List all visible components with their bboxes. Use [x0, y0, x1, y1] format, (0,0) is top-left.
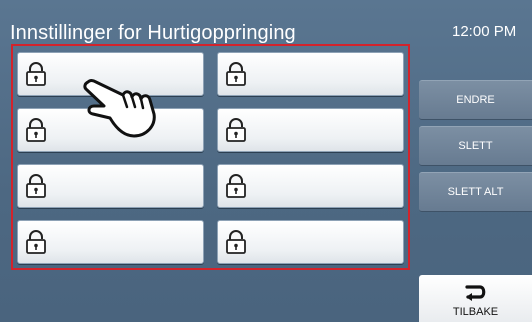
tap-hand-icon: [83, 79, 156, 138]
speed-dial-slot-3[interactable]: [17, 164, 204, 208]
lock-icon: [26, 230, 46, 254]
lock-icon: [26, 174, 46, 198]
lock-icon: [226, 230, 246, 254]
lock-icon: [26, 118, 46, 142]
lock-icon: [226, 62, 246, 86]
speed-dial-slot-6[interactable]: [217, 108, 404, 152]
delete-button[interactable]: SLETT: [419, 126, 532, 166]
speed-dial-slot-4[interactable]: [17, 220, 204, 264]
speed-dial-grid: [17, 52, 405, 264]
speed-dial-settings-screen: Innstillinger for Hurtigoppringing 12:00…: [0, 0, 532, 322]
lock-icon: [26, 62, 46, 86]
back-button[interactable]: TILBAKE: [419, 275, 532, 322]
back-label: TILBAKE: [452, 306, 499, 318]
delete-all-button[interactable]: SLETT ALT: [419, 172, 532, 212]
page-title: Innstillinger for Hurtigoppringing: [10, 22, 296, 44]
speed-dial-slot-8[interactable]: [217, 220, 404, 264]
lock-icon: [226, 118, 246, 142]
edit-button[interactable]: ENDRE: [419, 80, 532, 120]
speed-dial-slot-7[interactable]: [217, 164, 404, 208]
lock-icon: [226, 174, 246, 198]
speed-dial-slot-5[interactable]: [217, 52, 404, 96]
clock: 12:00 PM: [452, 23, 517, 40]
return-arrow-icon: [465, 285, 486, 301]
